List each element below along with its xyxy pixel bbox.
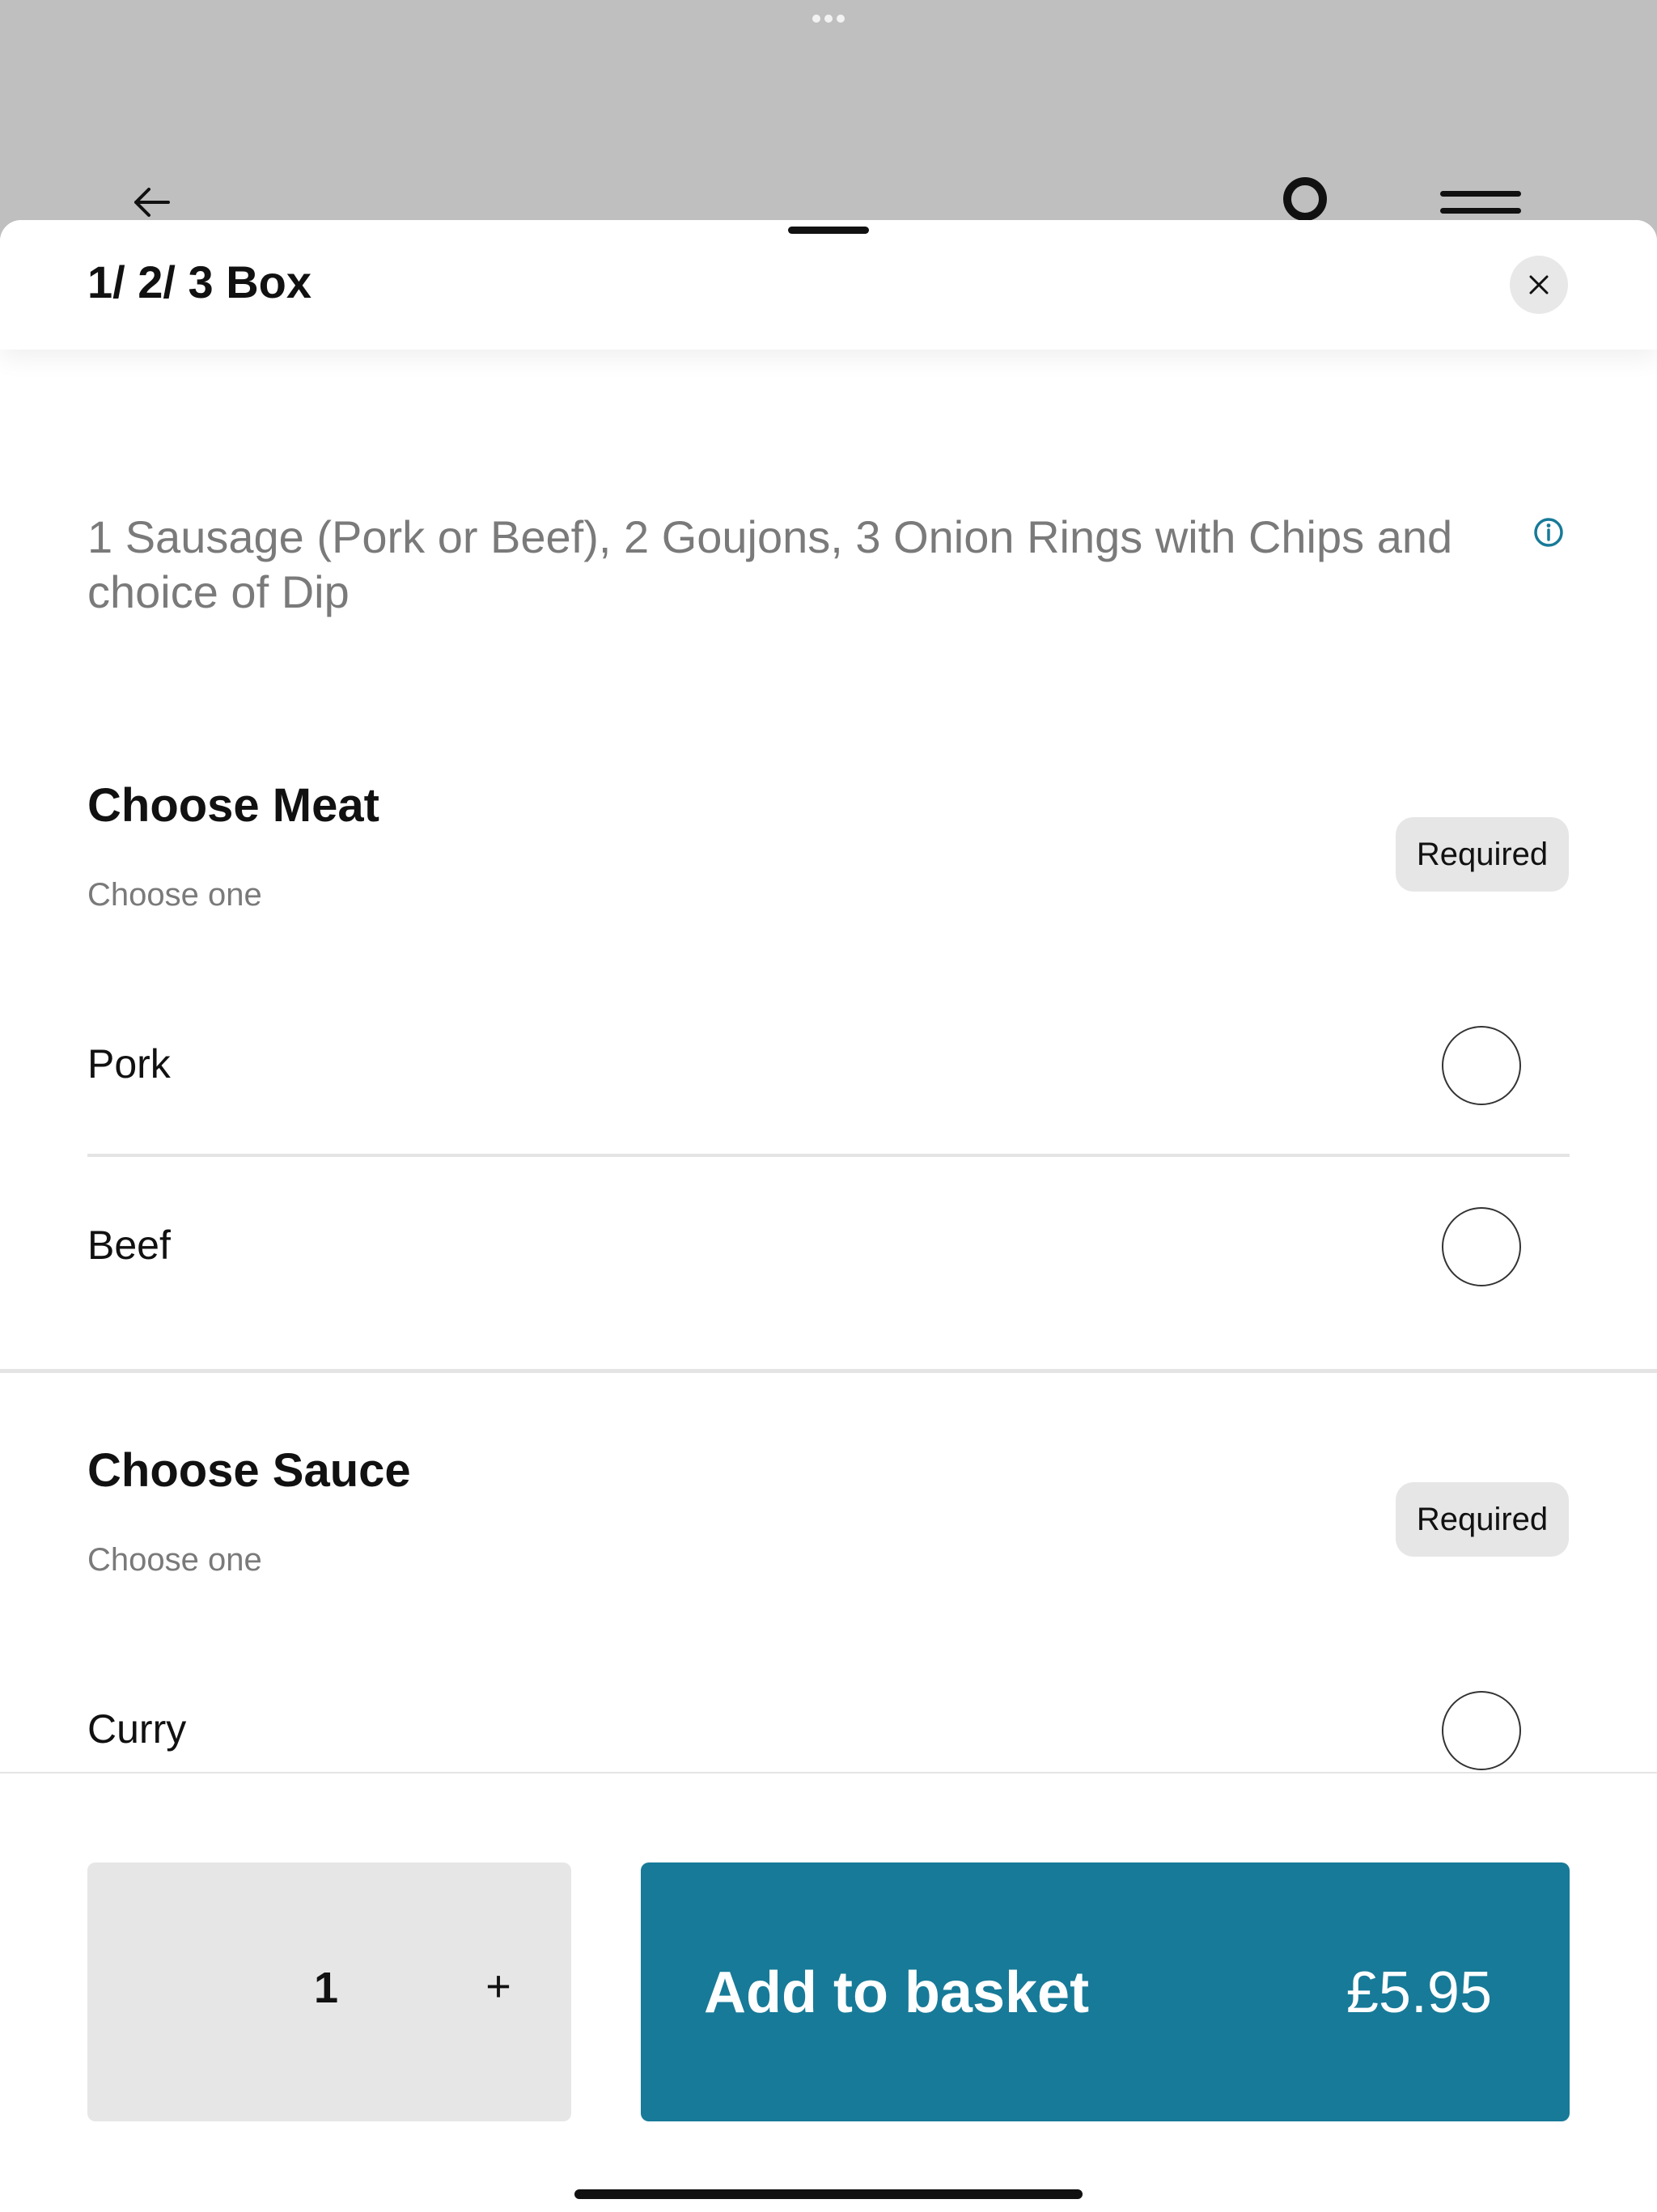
close-button[interactable] <box>1510 256 1568 314</box>
radio-pork[interactable] <box>1442 1026 1521 1105</box>
group-title-sauce: Choose Sauce <box>87 1444 411 1497</box>
close-icon <box>1529 275 1549 295</box>
add-to-basket-label: Add to basket <box>704 1960 1090 2025</box>
hamburger-menu-icon[interactable] <box>1440 191 1521 223</box>
sheet-grabber[interactable] <box>788 227 869 234</box>
basket-footer: 1 + Add to basket £5.95 <box>0 1772 1657 2212</box>
required-badge-meat: Required <box>1396 817 1569 892</box>
quantity-value: 1 <box>314 1964 339 2012</box>
radio-beef[interactable] <box>1442 1207 1521 1286</box>
option-label-curry[interactable]: Curry <box>87 1706 186 1752</box>
item-title: 1/ 2/ 3 Box <box>87 256 312 307</box>
group-title-meat: Choose Meat <box>87 779 379 832</box>
option-label-beef[interactable]: Beef <box>87 1222 171 1269</box>
option-divider <box>87 1154 1570 1157</box>
section-divider <box>0 1369 1657 1373</box>
background-page-header <box>0 0 1657 235</box>
info-icon[interactable] <box>1532 516 1565 549</box>
required-badge-sauce: Required <box>1396 1482 1569 1557</box>
arrow-left-icon[interactable] <box>133 186 170 218</box>
quantity-stepper: 1 + <box>87 1862 571 2121</box>
multitasking-dots-icon[interactable] <box>812 15 845 23</box>
group-subtitle-meat: Choose one <box>87 877 262 913</box>
circle-icon[interactable] <box>1282 176 1328 222</box>
option-label-pork[interactable]: Pork <box>87 1040 171 1087</box>
add-to-basket-button[interactable]: Add to basket £5.95 <box>641 1862 1570 2121</box>
radio-curry[interactable] <box>1442 1691 1521 1770</box>
item-description: 1 Sausage (Pork or Beef), 2 Goujons, 3 O… <box>87 511 1453 617</box>
sheet-header: 1/ 2/ 3 Box <box>0 220 1657 350</box>
home-indicator[interactable] <box>574 2189 1083 2199</box>
group-subtitle-sauce: Choose one <box>87 1542 262 1578</box>
price-label: £5.95 <box>1346 1960 1492 2025</box>
increment-button[interactable]: + <box>474 1958 523 2015</box>
